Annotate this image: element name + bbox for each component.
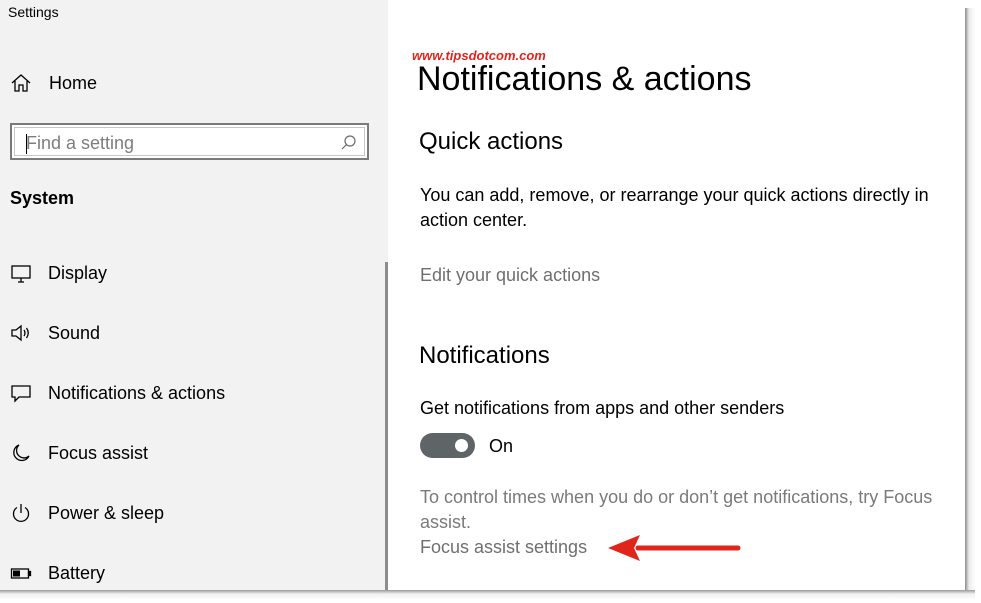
sidebar-item-label: Display <box>48 262 108 283</box>
sidebar-item-label: Focus assist <box>48 442 149 463</box>
sidebar-item-focus-assist[interactable]: Focus assist <box>10 440 148 466</box>
search-icon[interactable] <box>340 134 357 151</box>
search-box[interactable] <box>10 123 369 160</box>
toggle-state-label: On <box>489 436 514 456</box>
window-shadow-bottom <box>0 590 975 600</box>
annotation-arrow-icon <box>608 535 741 561</box>
quick-actions-description: You can add, remove, or rearrange your q… <box>420 185 929 230</box>
app-title: Settings <box>8 4 59 20</box>
home-nav-item[interactable]: Home <box>10 70 97 96</box>
sidebar-item-label: Notifications & actions <box>48 382 226 403</box>
sidebar-item-label: Battery <box>48 562 106 583</box>
notifications-toggle-label: Get notifications from apps and other se… <box>420 398 785 418</box>
focus-assist-hint: To control times when you do or don’t ge… <box>420 487 933 532</box>
page-title: Notifications & actions <box>417 60 752 98</box>
window-shadow-right <box>965 8 975 590</box>
speaker-icon <box>10 322 32 344</box>
focus-assist-settings-link[interactable]: Focus assist settings <box>420 537 587 558</box>
notifications-toggle[interactable] <box>420 433 475 458</box>
search-input[interactable] <box>26 131 326 155</box>
battery-icon <box>10 562 32 584</box>
home-label: Home <box>49 72 98 93</box>
display-icon <box>10 262 32 284</box>
sidebar-item-battery[interactable]: Battery <box>10 560 105 586</box>
text-caret <box>26 134 27 154</box>
sidebar-item-notifications[interactable]: Notifications & actions <box>10 380 225 406</box>
moon-icon <box>10 442 32 464</box>
sidebar-item-display[interactable]: Display <box>10 260 107 286</box>
toggle-knob <box>455 439 468 452</box>
home-icon <box>10 72 32 94</box>
section-label-system: System <box>10 188 75 208</box>
power-icon <box>10 502 32 524</box>
message-icon <box>10 382 32 404</box>
sidebar-item-label: Power & sleep <box>48 502 165 523</box>
sidebar-item-sound[interactable]: Sound <box>10 320 100 346</box>
sidebar: Settings Home System Display <box>0 0 388 590</box>
quick-actions-heading: Quick actions <box>419 128 564 155</box>
sidebar-item-power-sleep[interactable]: Power & sleep <box>10 500 164 526</box>
edit-quick-actions-link[interactable]: Edit your quick actions <box>420 265 600 286</box>
sidebar-item-label: Sound <box>48 322 101 343</box>
notifications-heading: Notifications <box>419 342 550 369</box>
